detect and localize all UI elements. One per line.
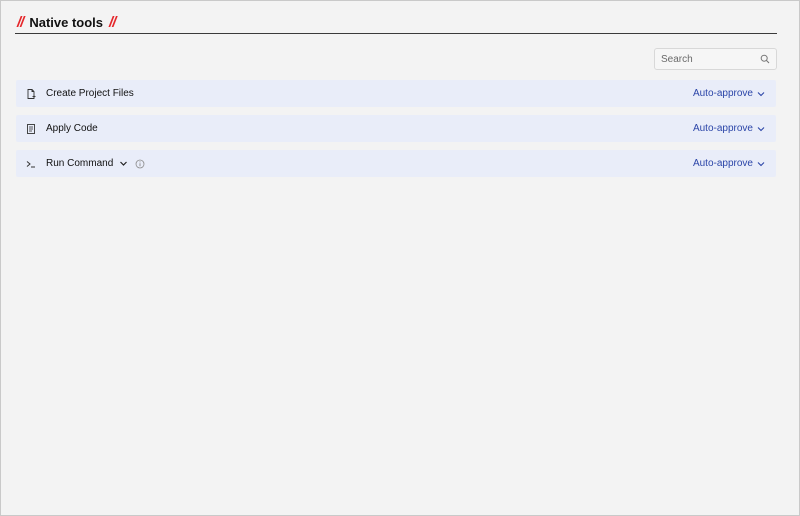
- approval-dropdown[interactable]: Auto-approve: [693, 158, 765, 169]
- chevron-down-icon: [757, 126, 765, 131]
- header-slash-left: //: [17, 13, 24, 31]
- chevron-down-icon: [757, 91, 765, 96]
- tool-row-apply-code[interactable]: Apply Code Auto-approve: [16, 115, 776, 142]
- tool-label: Apply Code: [46, 123, 98, 134]
- header-slash-right: //: [109, 13, 116, 31]
- approval-label: Auto-approve: [692, 123, 753, 134]
- document-icon: [27, 123, 35, 134]
- new-file-icon: [27, 88, 36, 99]
- search-icon: [760, 54, 770, 64]
- approval-dropdown[interactable]: Auto-approve: [693, 88, 765, 99]
- terminal-icon: [26, 160, 35, 167]
- tool-row-create-project-files[interactable]: Create Project Files Auto-approve: [16, 80, 776, 107]
- expand-chevron-icon[interactable]: [119, 159, 128, 168]
- tool-label: Run Command: [46, 158, 114, 169]
- chevron-down-icon: [757, 161, 765, 166]
- approval-label: Auto-approve: [692, 88, 753, 99]
- page-title: Native tools: [29, 14, 104, 30]
- approval-label: Auto-approve: [692, 158, 753, 169]
- tool-label: Create Project Files: [46, 88, 134, 99]
- section-header: // Native tools //: [15, 11, 777, 34]
- approval-dropdown[interactable]: Auto-approve: [693, 123, 765, 134]
- search-input[interactable]: [661, 53, 760, 65]
- search-box[interactable]: [654, 48, 777, 70]
- info-icon[interactable]: [135, 159, 145, 169]
- tool-row-run-command[interactable]: Run Command Auto-approve: [16, 150, 776, 177]
- settings-panel: // Native tools // Create Project Files …: [0, 0, 800, 516]
